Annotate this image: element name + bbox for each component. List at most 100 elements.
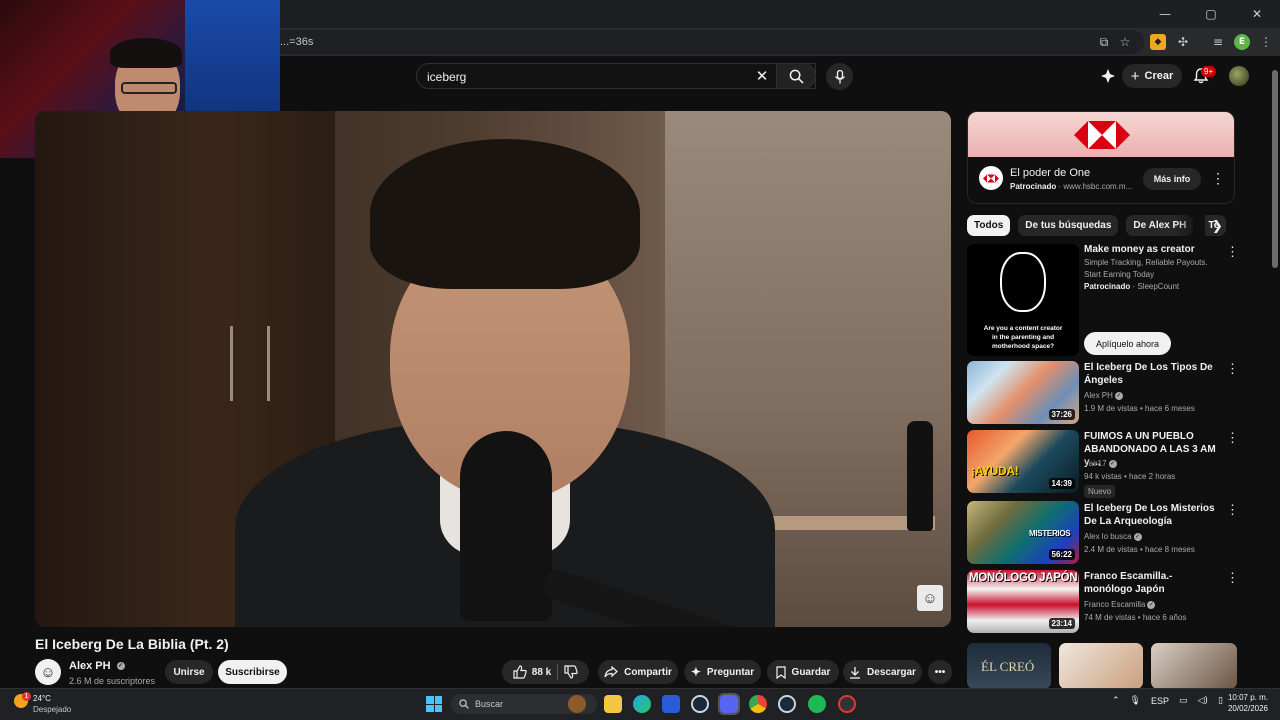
like-button[interactable]: 88 k	[513, 665, 551, 679]
recommendation-channel[interactable]: Franco Escamilla ✓	[1084, 598, 1156, 611]
install-app-icon[interactable]: ⧉	[1096, 34, 1112, 50]
cookie-icon[interactable]	[568, 695, 586, 713]
subscriber-count: 2.6 M de suscriptores	[69, 676, 156, 686]
thumbs-down-icon[interactable]	[564, 665, 578, 679]
video-thumbnail[interactable]: 37:26	[967, 361, 1079, 424]
ask-button[interactable]: ✦ Preguntar	[684, 660, 761, 684]
recommendation-channel[interactable]: Alex lo busca ✓	[1084, 530, 1142, 543]
search-button[interactable]	[776, 63, 816, 89]
edge-icon[interactable]	[633, 695, 651, 713]
hsbc-logo-icon	[1074, 120, 1130, 149]
channel-name-text: Alex PH	[69, 660, 111, 672]
thumbnail-text: MONÓLOGO JAPÓN	[969, 572, 1078, 584]
new-badge: Nuevo	[1084, 485, 1116, 498]
ad-more-info-button[interactable]: Más info	[1143, 168, 1201, 190]
language-indicator[interactable]: ESP	[1151, 696, 1169, 706]
minimize-button[interactable]: —	[1142, 0, 1188, 28]
video-thumbnail[interactable]: MONÓLOGO JAPÓN 23:14	[967, 570, 1079, 633]
window-controls: — ▢ ✕	[1142, 0, 1280, 28]
video-scene-chess-piece	[907, 421, 933, 531]
reading-list-icon[interactable]: ≡	[1210, 34, 1226, 50]
create-button[interactable]: + Crear	[1122, 64, 1182, 88]
sponsored-menu-icon[interactable]: ⋮	[1226, 244, 1239, 260]
ad-card[interactable]: El poder de One Patrocinado · www.hsbc.c…	[967, 111, 1235, 204]
recommendation-title[interactable]: El Iceberg De Los Misterios De La Arqueo…	[1084, 502, 1218, 528]
chevron-up-icon[interactable]: ⌃	[1112, 696, 1120, 706]
channel-avatar[interactable]: ☺	[35, 659, 61, 685]
system-tray: ⌃ 🎙 ESP ▭ ◁) ▯	[1112, 696, 1223, 706]
recommendation-channel[interactable]: Yair17 ✓	[1084, 457, 1117, 470]
more-actions-button[interactable]: •••	[928, 660, 952, 684]
recommendation-channel[interactable]: Alex PH ✓	[1084, 389, 1123, 402]
address-bar[interactable]	[272, 30, 1144, 54]
discord-icon[interactable]	[718, 693, 740, 715]
clock-time[interactable]: 10:07 p. m.	[1226, 693, 1268, 702]
video-player[interactable]: ☺	[35, 111, 951, 627]
apply-now-button[interactable]: Aplíquelo ahora	[1084, 332, 1171, 355]
clock-date[interactable]: 20/02/2026	[1222, 704, 1268, 713]
recommendation-title[interactable]: Franco Escamilla.- monólogo Japón	[1084, 570, 1218, 596]
extensions-puzzle-icon[interactable]: ✣	[1175, 34, 1191, 50]
network-icon[interactable]: ▭	[1179, 696, 1188, 706]
video-thumbnail[interactable]: MISTERIOS 56:22	[967, 501, 1079, 564]
voice-search-button[interactable]	[826, 63, 853, 90]
chevron-right-icon[interactable]: ❯	[1212, 219, 1223, 234]
video-thumbnail[interactable]: ¡AYUDA! 14:39	[967, 430, 1079, 493]
video-scene-handle	[267, 326, 270, 401]
sponsored-title[interactable]: Make money as creator	[1084, 244, 1195, 255]
video-person-hair	[370, 139, 640, 289]
scrollbar-thumb[interactable]	[1272, 70, 1278, 268]
download-label: Descargar	[867, 666, 916, 678]
close-window-button[interactable]: ✕	[1234, 0, 1280, 28]
ad-menu-icon[interactable]: ⋮	[1211, 170, 1225, 187]
video-thumbnail[interactable]	[1059, 643, 1143, 689]
verified-icon: ✓	[1114, 391, 1123, 400]
spotify-icon[interactable]	[808, 695, 826, 713]
channel-watermark-icon[interactable]: ☺	[917, 585, 943, 611]
steam-alt-icon[interactable]	[778, 695, 796, 713]
sparkle-icon[interactable]	[1100, 68, 1116, 84]
video-thumbnail[interactable]	[1151, 643, 1237, 689]
clear-search-icon[interactable]: ✕	[754, 68, 770, 85]
sponsored-thumbnail[interactable]: Are you a content creator in the parenti…	[967, 244, 1079, 356]
share-button[interactable]: Compartir	[598, 660, 678, 684]
video-menu-icon[interactable]: ⋮	[1226, 502, 1239, 518]
download-button[interactable]: Descargar	[843, 660, 922, 684]
advertiser-logo-icon	[979, 166, 1003, 190]
plus-icon: +	[1130, 67, 1140, 85]
video-thumbnail[interactable]: ÉL CREÓ	[967, 643, 1051, 689]
microphone-tray-icon[interactable]: 🎙	[1130, 696, 1141, 706]
weather-temperature[interactable]: 24°C	[33, 694, 51, 703]
bookmark-star-icon[interactable]: ☆	[1117, 34, 1133, 50]
taskbar-search-placeholder: Buscar	[475, 699, 504, 709]
search-icon	[459, 699, 469, 709]
video-menu-icon[interactable]: ⋮	[1226, 361, 1239, 377]
store-icon[interactable]	[662, 695, 680, 713]
channel-name[interactable]: Alex PH ✓	[69, 660, 125, 672]
extension-icon[interactable]: ◆	[1150, 34, 1166, 50]
join-button[interactable]: Unirse	[165, 660, 213, 684]
profile-avatar-icon[interactable]: E	[1234, 34, 1250, 50]
user-avatar[interactable]	[1229, 66, 1249, 86]
channel-text: Franco Escamilla	[1084, 600, 1146, 609]
steam-icon[interactable]	[691, 695, 709, 713]
maximize-button[interactable]: ▢	[1188, 0, 1234, 28]
windows-start-icon[interactable]	[426, 696, 442, 712]
baby-illustration-icon	[1000, 252, 1046, 312]
app-icon[interactable]	[838, 695, 856, 713]
chrome-icon[interactable]	[749, 695, 767, 713]
ad-domain: www.hsbc.com.m...	[1063, 182, 1133, 191]
chip-from-searches[interactable]: De tus búsquedas	[1018, 215, 1119, 236]
duration-badge: 37:26	[1048, 409, 1075, 420]
volume-icon[interactable]: ◁)	[1198, 696, 1208, 706]
file-explorer-icon[interactable]	[604, 695, 622, 713]
video-menu-icon[interactable]: ⋮	[1226, 570, 1239, 586]
share-icon	[604, 666, 618, 678]
recommendation-title[interactable]: El Iceberg De Los Tipos De Ángeles	[1084, 361, 1218, 387]
save-button[interactable]: Guardar	[767, 660, 839, 684]
subscribe-button[interactable]: Suscribirse	[218, 660, 287, 684]
video-menu-icon[interactable]: ⋮	[1226, 430, 1239, 446]
chip-all[interactable]: Todos	[967, 215, 1011, 236]
browser-menu-icon[interactable]: ⋮	[1258, 34, 1274, 50]
ad-sponsor-line: Patrocinado · www.hsbc.com.m...	[1010, 182, 1133, 191]
